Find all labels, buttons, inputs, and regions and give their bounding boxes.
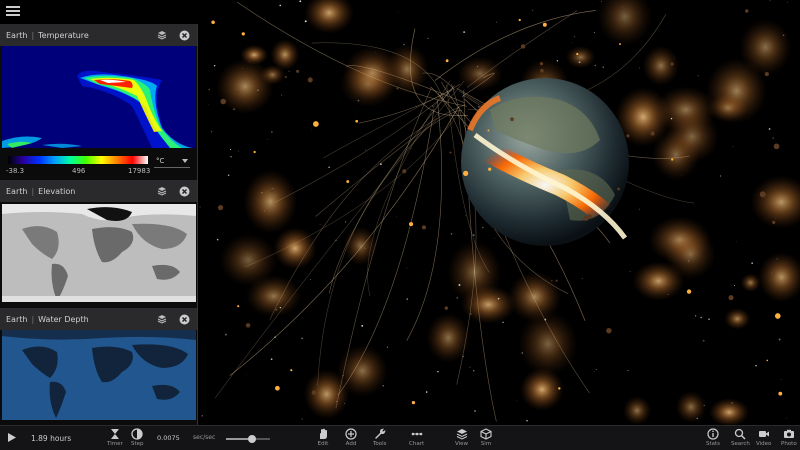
step-button[interactable]: Step (131, 428, 144, 447)
time-rate-slider[interactable] (226, 435, 270, 443)
layer-panels: Earth | Temperature -38.3 496 17983 °C Ear… (0, 24, 198, 425)
step-label: Step (131, 441, 144, 447)
panel-planet: Earth (6, 314, 28, 324)
search-icon (735, 428, 746, 440)
toolbar-label: Tools (373, 441, 387, 447)
close-icon[interactable] (177, 312, 191, 326)
chart-icon (411, 432, 422, 436)
time-rate-value: 0.0075 (157, 434, 180, 442)
panel-layer: Temperature (38, 30, 89, 40)
panel-header-water-depth: Earth | Water Depth (0, 308, 197, 330)
toolbar-video-button[interactable]: Video (756, 428, 771, 447)
timer-label: Timer (107, 441, 123, 447)
toolbar-edit-button[interactable]: Edit (317, 428, 329, 447)
slider-handle[interactable] (248, 435, 257, 443)
toolbar-label: Chart (409, 441, 425, 447)
info-icon (707, 428, 719, 440)
toolbar-label: Video (756, 441, 772, 447)
video-icon (758, 431, 769, 437)
unit-value: °C (156, 156, 165, 165)
timer-button[interactable]: Timer (107, 428, 123, 447)
sim-duration: 1.89 hours (31, 434, 72, 443)
hourglass-icon (110, 429, 119, 439)
toolbar-stats-button[interactable]: Stats (706, 428, 720, 447)
menu-icon[interactable] (6, 6, 20, 18)
toolbar-label: Add (345, 441, 357, 447)
layers-icon[interactable] (155, 28, 169, 42)
step-icon (131, 428, 143, 440)
panel-layer: Elevation (38, 186, 76, 196)
camera-icon (783, 429, 794, 438)
toolbar-search-button[interactable]: Search (731, 428, 750, 447)
colorbar-gradient (8, 156, 148, 164)
time-rate-unit: sec/sec (193, 434, 216, 441)
close-icon[interactable] (177, 28, 191, 42)
toolbar-view-button[interactable]: View (455, 428, 468, 447)
toolbar-chart-button[interactable]: Chart (409, 428, 424, 447)
toolbar-tools-button[interactable]: Tools (373, 428, 387, 447)
toolbar-photo-button[interactable]: Photo (781, 428, 797, 447)
elevation-map[interactable] (2, 204, 196, 302)
temperature-colorbar: -38.3 496 17983 °C (0, 152, 197, 180)
colorbar-mid: 496 (72, 167, 86, 175)
toolbar-label: Photo (781, 441, 797, 447)
toolbar-label: Search (731, 441, 750, 447)
colorbar-max: 17983 (128, 167, 151, 175)
chevron-down-icon (182, 158, 188, 163)
toolbar-label: Edit (317, 441, 329, 447)
colorbar-min: -38.3 (6, 167, 25, 175)
close-icon[interactable] (177, 184, 191, 198)
water-depth-map[interactable] (2, 330, 196, 420)
layers-icon (456, 429, 467, 440)
toolbar-add-button[interactable]: Add (345, 428, 357, 447)
toolbar-label: View (455, 441, 469, 447)
wrench-icon (375, 428, 386, 439)
panel-layer: Water Depth (38, 314, 89, 324)
unit-dropdown[interactable]: °C (154, 154, 190, 168)
toolbar-label: Sim (480, 441, 492, 447)
layers-icon[interactable] (155, 184, 169, 198)
panel-header-elevation: Earth | Elevation (0, 180, 197, 202)
planet-earth[interactable] (461, 78, 629, 246)
toolbar-sim-button[interactable]: Sim (480, 428, 492, 447)
panel-header-temperature: Earth | Temperature (0, 24, 197, 46)
cube-icon (480, 428, 492, 440)
play-icon[interactable] (8, 433, 16, 444)
toolbar-label: Stats (706, 441, 721, 447)
panel-planet: Earth (6, 186, 28, 196)
layers-icon[interactable] (155, 312, 169, 326)
panel-planet: Earth (6, 30, 28, 40)
bottom-toolbar: 1.89 hours Timer Step 0.0075 sec/sec Edi… (0, 425, 800, 450)
temperature-map[interactable] (2, 46, 196, 151)
hand-icon (320, 428, 327, 439)
plus-circle-icon (345, 428, 357, 440)
